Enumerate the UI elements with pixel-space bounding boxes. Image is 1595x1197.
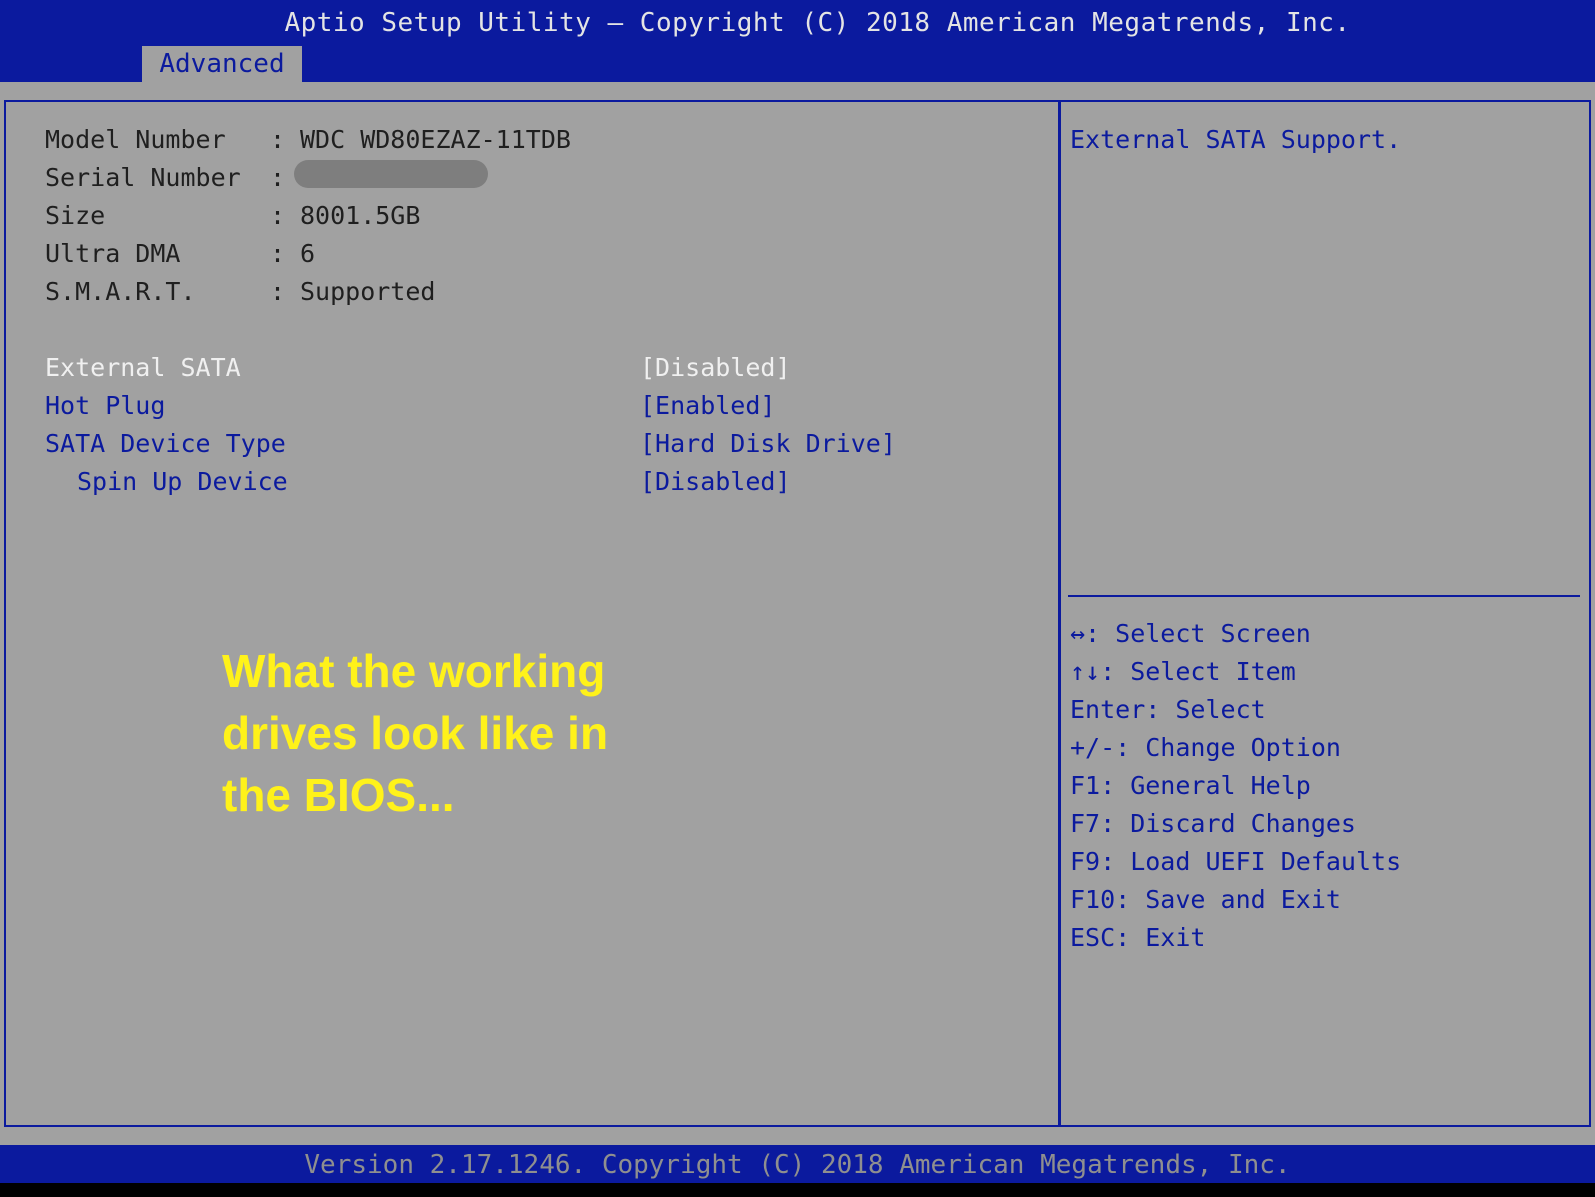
- key-hint-select-screen: ↔: Select Screen: [1070, 619, 1311, 648]
- key-hint-enter: Enter: Select: [1070, 695, 1266, 724]
- annotation-line-1: What the working: [222, 645, 606, 697]
- help-panel: [1060, 100, 1591, 1127]
- annotation-text: What the working drives look like in the…: [222, 640, 682, 826]
- model-number-sep: :: [270, 125, 286, 154]
- help-description: External SATA Support.: [1070, 125, 1402, 154]
- size-value: 8001.5GB: [300, 201, 421, 230]
- ultra-dma-value: 6: [300, 239, 316, 268]
- key-hint-discard-changes: F7: Discard Changes: [1070, 809, 1356, 838]
- bios-title: Aptio Setup Utility – Copyright (C) 2018…: [284, 8, 1351, 38]
- option-hot-plug-label[interactable]: Hot Plug: [45, 390, 165, 422]
- size-sep: :: [270, 201, 286, 230]
- serial-number-label: Serial Number: [45, 163, 241, 192]
- serial-number-sep: :: [270, 163, 286, 192]
- option-sata-device-type-label[interactable]: SATA Device Type: [45, 428, 286, 460]
- key-hint-save-exit: F10: Save and Exit: [1070, 885, 1341, 914]
- tab-advanced[interactable]: Advanced: [142, 46, 302, 82]
- option-hot-plug-value[interactable]: [Enabled]: [640, 390, 775, 422]
- ultra-dma-label: Ultra DMA: [45, 239, 181, 268]
- annotation-line-2: drives look like in: [222, 707, 609, 759]
- annotation-line-3: the BIOS...: [222, 769, 455, 821]
- ultra-dma-sep: :: [270, 239, 286, 268]
- option-spin-up-device-label[interactable]: Spin Up Device: [77, 466, 288, 498]
- option-sata-device-type-value[interactable]: [Hard Disk Drive]: [640, 428, 896, 460]
- smart-label: S.M.A.R.T.: [45, 277, 196, 306]
- footer-bar: Version 2.17.1246. Copyright (C) 2018 Am…: [0, 1145, 1595, 1183]
- key-hint-load-defaults: F9: Load UEFI Defaults: [1070, 847, 1402, 876]
- serial-number-redaction: [294, 160, 488, 188]
- option-external-sata-label[interactable]: External SATA: [45, 352, 241, 384]
- model-number-label: Model Number: [45, 125, 226, 154]
- help-divider: [1068, 595, 1580, 597]
- key-hint-change-option: +/-: Change Option: [1070, 733, 1341, 762]
- title-bar: Aptio Setup Utility – Copyright (C) 2018…: [0, 0, 1595, 82]
- screen-bottom-edge: [0, 1183, 1595, 1197]
- version-text: Version 2.17.1246. Copyright (C) 2018 Am…: [304, 1150, 1291, 1180]
- option-external-sata-value[interactable]: [Disabled]: [640, 352, 791, 384]
- size-label: Size: [45, 201, 106, 230]
- panel-divider: [1058, 100, 1061, 1127]
- smart-sep: :: [270, 277, 286, 306]
- key-hint-general-help: F1: General Help: [1070, 771, 1311, 800]
- option-spin-up-device-value[interactable]: [Disabled]: [640, 466, 791, 498]
- smart-value: Supported: [300, 277, 436, 306]
- key-hint-select-item: ↑↓: Select Item: [1070, 657, 1296, 686]
- model-number-value: WDC WD80EZAZ-11TDB: [300, 125, 571, 154]
- key-hint-esc-exit: ESC: Exit: [1070, 923, 1206, 952]
